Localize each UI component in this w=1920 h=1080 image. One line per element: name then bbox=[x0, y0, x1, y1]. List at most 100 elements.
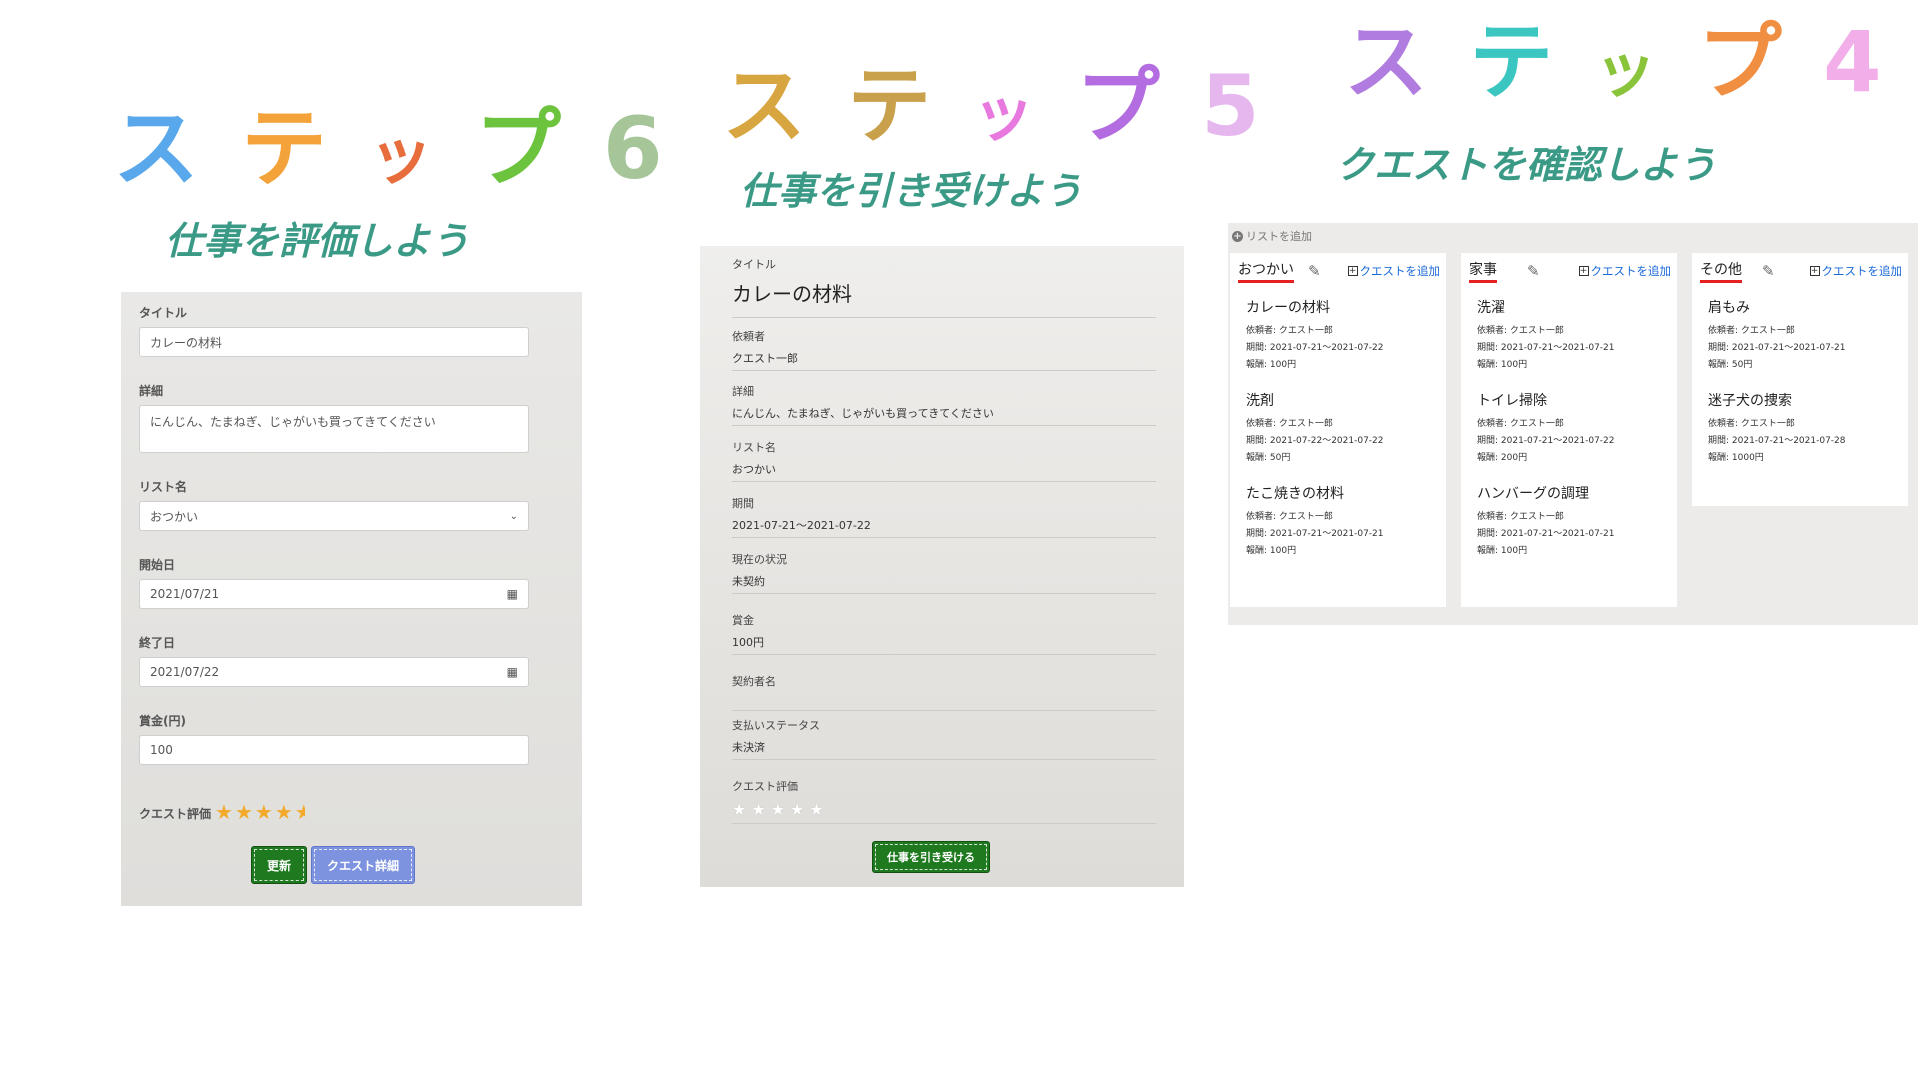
step5-char: テ bbox=[847, 57, 938, 155]
add-quest-label: クエストを追加 bbox=[1359, 264, 1441, 278]
step5-char: ス bbox=[722, 57, 813, 155]
star-icon[interactable]: ★ bbox=[215, 802, 233, 822]
pencil-icon[interactable]: ✎ bbox=[1308, 262, 1321, 280]
pencil-icon[interactable]: ✎ bbox=[1527, 262, 1540, 280]
square-plus-icon: + bbox=[1347, 266, 1358, 276]
quest-requester: 依頼者: クエスト一郎 bbox=[1477, 512, 1564, 522]
reward-input[interactable]: 100 bbox=[139, 735, 529, 765]
step4-char: プ bbox=[1697, 13, 1788, 111]
accept-job-button[interactable]: 仕事を引き受ける bbox=[872, 841, 990, 873]
square-plus-icon: + bbox=[1578, 266, 1589, 276]
quest-requester: 依頼者: クエスト一郎 bbox=[1477, 326, 1564, 336]
quest-title: 洗濯 bbox=[1477, 300, 1505, 316]
title-value: カレーの材料 bbox=[732, 282, 852, 306]
quest-card[interactable]: 肩もみ 依頼者: クエスト一郎 期間: 2021-07-21〜2021-07-2… bbox=[1692, 289, 1908, 382]
add-quest-label: クエストを追加 bbox=[1590, 264, 1672, 278]
star-icon[interactable]: ★ bbox=[235, 802, 253, 822]
add-quest-label: クエストを追加 bbox=[1821, 264, 1903, 278]
add-quest-button[interactable]: + クエストを追加 bbox=[1578, 263, 1672, 279]
update-button[interactable]: 更新 bbox=[251, 846, 307, 884]
step6-title: ス テ ッ プ 6 bbox=[113, 106, 669, 192]
quest-reward: 報酬: 100円 bbox=[1477, 360, 1528, 370]
list-name[interactable]: その他 bbox=[1700, 259, 1742, 283]
quest-card[interactable]: たこ焼きの材料 依頼者: クエスト一郎 期間: 2021-07-21〜2021-… bbox=[1230, 475, 1446, 568]
list-name[interactable]: おつかい bbox=[1238, 259, 1294, 283]
quest-card[interactable]: 洗剤 依頼者: クエスト一郎 期間: 2021-07-22〜2021-07-22… bbox=[1230, 382, 1446, 475]
empty-star-icon: ★ bbox=[809, 800, 824, 819]
detail-textarea-value: にんじん、たまねぎ、じゃがいも買ってきてください bbox=[150, 415, 436, 429]
calendar-icon[interactable]: ▦ bbox=[507, 665, 518, 679]
quest-title: カレーの材料 bbox=[1246, 300, 1330, 316]
quest-detail-button[interactable]: クエスト詳細 bbox=[311, 846, 415, 884]
step4-subtitle: クエストを確認しよう bbox=[1336, 143, 1717, 187]
start-date-input[interactable]: 2021/07/21 ▦ bbox=[139, 579, 529, 609]
quest-card[interactable]: 迷子犬の捜索 依頼者: クエスト一郎 期間: 2021-07-21〜2021-0… bbox=[1692, 382, 1908, 475]
step6-char: テ bbox=[240, 99, 333, 199]
quest-card[interactable]: ハンバーグの調理 依頼者: クエスト一郎 期間: 2021-07-21〜2021… bbox=[1461, 475, 1677, 568]
quest-reward: 報酬: 100円 bbox=[1246, 360, 1297, 370]
period-value: 2021-07-21〜2021-07-22 bbox=[732, 519, 871, 532]
step5-char: 5 bbox=[1201, 57, 1266, 155]
add-list-label: リストを追加 bbox=[1246, 230, 1312, 243]
list-name[interactable]: 家事 bbox=[1469, 259, 1497, 283]
quest-title: たこ焼きの材料 bbox=[1246, 486, 1344, 502]
step6-char: ス bbox=[113, 99, 205, 199]
half-star-icon[interactable]: ★ bbox=[295, 802, 313, 822]
quest-card[interactable]: 洗濯 依頼者: クエスト一郎 期間: 2021-07-21〜2021-07-21… bbox=[1461, 289, 1677, 382]
quest-list-header: おつかい ✎ + クエストを追加 bbox=[1230, 253, 1446, 289]
rating-stars[interactable]: ★ ★ ★ ★ ★ bbox=[215, 802, 313, 822]
add-quest-button[interactable]: + クエストを追加 bbox=[1347, 263, 1441, 279]
payment-status-value: 未決済 bbox=[732, 741, 765, 754]
empty-star-icon: ★ bbox=[770, 800, 786, 819]
detail-label: 詳細 bbox=[139, 384, 164, 398]
list-select-value: おつかい bbox=[150, 509, 199, 524]
quest-requester: 依頼者: クエスト一郎 bbox=[1477, 419, 1564, 429]
quest-period: 期間: 2021-07-22〜2021-07-22 bbox=[1246, 436, 1384, 446]
detail-value: にんじん、たまねぎ、じゃがいも買ってきてください bbox=[732, 407, 994, 420]
quest-period: 期間: 2021-07-21〜2021-07-22 bbox=[1246, 343, 1384, 353]
start-date-label: 開始日 bbox=[139, 558, 176, 572]
plus-circle-icon: + bbox=[1232, 230, 1243, 242]
payment-status-label: 支払いステータス bbox=[732, 719, 820, 732]
quest-title: トイレ掃除 bbox=[1477, 393, 1547, 409]
star-icon[interactable]: ★ bbox=[275, 802, 293, 822]
detail-textarea[interactable]: にんじん、たまねぎ、じゃがいも買ってきてください bbox=[139, 405, 529, 453]
list-select[interactable]: おつかい ⌄ bbox=[139, 501, 529, 531]
detail-label: 詳細 bbox=[732, 385, 754, 398]
quest-card[interactable]: カレーの材料 依頼者: クエスト一郎 期間: 2021-07-21〜2021-0… bbox=[1230, 289, 1446, 382]
quest-requester: 依頼者: クエスト一郎 bbox=[1246, 326, 1333, 336]
contractor-value bbox=[732, 695, 1156, 710]
end-date-input[interactable]: 2021/07/22 ▦ bbox=[139, 657, 529, 687]
calendar-icon[interactable]: ▦ bbox=[507, 587, 518, 601]
star-icon[interactable]: ★ bbox=[255, 802, 273, 822]
step5-title: ス テ ッ プ 5 bbox=[722, 64, 1266, 148]
add-quest-button[interactable]: + クエストを追加 bbox=[1809, 263, 1903, 279]
list-label: リスト名 bbox=[139, 480, 188, 494]
title-label: タイトル bbox=[139, 306, 188, 320]
step4-title: ス テ ッ プ 4 bbox=[1344, 20, 1888, 104]
rating-label: クエスト評価 bbox=[139, 806, 212, 821]
quest-card[interactable]: トイレ掃除 依頼者: クエスト一郎 期間: 2021-07-21〜2021-07… bbox=[1461, 382, 1677, 475]
add-list-button[interactable]: + リストを追加 bbox=[1232, 228, 1312, 244]
quest-period: 期間: 2021-07-21〜2021-07-21 bbox=[1708, 343, 1846, 353]
step5-char: プ bbox=[1075, 57, 1166, 155]
quest-period: 期間: 2021-07-21〜2021-07-21 bbox=[1477, 343, 1615, 353]
quest-reward: 報酬: 100円 bbox=[1246, 546, 1297, 556]
reward-value: 100円 bbox=[732, 636, 764, 649]
quest-period: 期間: 2021-07-21〜2021-07-21 bbox=[1246, 529, 1384, 539]
pencil-icon[interactable]: ✎ bbox=[1762, 262, 1775, 280]
quest-board-panel: + リストを追加 おつかい ✎ + クエストを追加 カレーの材料 依頼者: クエ… bbox=[1228, 223, 1918, 625]
quest-list-header: 家事 ✎ + クエストを追加 bbox=[1461, 253, 1677, 289]
title-input[interactable]: カレーの材料 bbox=[139, 327, 529, 357]
list-value: おつかい bbox=[732, 463, 776, 476]
quest-list: その他 ✎ + クエストを追加 肩もみ 依頼者: クエスト一郎 期間: 2021… bbox=[1692, 253, 1908, 506]
quest-detail-panel: タイトル カレーの材料 依頼者 クエスト一郎 詳細 にんじん、たまねぎ、じゃがい… bbox=[700, 246, 1184, 887]
quest-list: おつかい ✎ + クエストを追加 カレーの材料 依頼者: クエスト一郎 期間: … bbox=[1230, 253, 1446, 607]
status-label: 現在の状況 bbox=[732, 553, 787, 566]
reward-input-value: 100 bbox=[150, 743, 173, 757]
step5-subtitle: 仕事を引き受けよう bbox=[740, 169, 1083, 213]
step4-char: ッ bbox=[1594, 33, 1663, 106]
title-label: タイトル bbox=[732, 258, 776, 271]
empty-star-icon: ★ bbox=[790, 800, 805, 819]
quest-title: ハンバーグの調理 bbox=[1477, 486, 1589, 502]
